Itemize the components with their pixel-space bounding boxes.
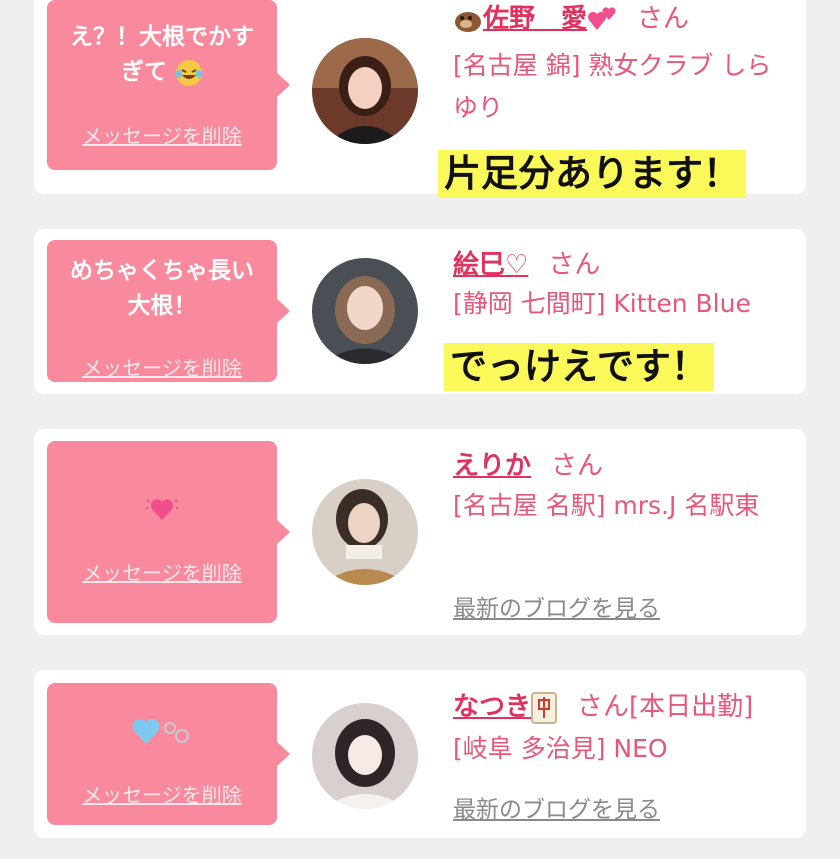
avatar[interactable] <box>312 479 418 585</box>
blue-heart-bubbles-emoji-icon <box>132 718 189 744</box>
status-badge: [本日出勤] <box>629 692 754 722</box>
otter-emoji-icon <box>455 11 481 32</box>
message-bubble: メッセージを削除 <box>47 683 290 825</box>
message-bubble: めちゃくちゃ長い大根！ メッセージを削除 <box>47 240 290 382</box>
message-text: めちゃくちゃ長い大根！ <box>70 258 254 319</box>
delete-message-link[interactable]: メッセージを削除 <box>47 779 277 808</box>
latest-blog-link[interactable]: 最新のブログを見る <box>453 589 660 623</box>
cast-name-line: えりか さん <box>453 445 603 482</box>
message-card: メッセージを削除 えりか さん [名古屋 名駅] mrs.J 名駅東 最新のブログ… <box>34 429 806 635</box>
honorific: さん <box>548 250 601 280</box>
avatar[interactable] <box>312 703 418 809</box>
honorific: さん <box>637 4 690 34</box>
message-card: メッセージを削除 なつき さん[本日出勤] [岐阜 多治見] NEO 最新のブロ… <box>34 670 806 838</box>
cast-name-line: 絵巳♡ さん <box>453 244 600 281</box>
caption-highlight: 片足分あります！ <box>438 150 746 198</box>
cast-name-link[interactable]: 絵巳♡ <box>453 250 528 280</box>
laughing-tears-emoji-icon <box>176 59 202 86</box>
message-card: え？！大根でかすぎて メッセージを削除 佐野 愛 さん [名古屋 錦] 熟女クラ… <box>34 0 806 198</box>
shop-info: [名古屋 名駅] mrs.J 名駅東 <box>453 491 760 520</box>
latest-blog-link[interactable]: 最新のブログを見る <box>453 790 660 824</box>
message-bubble: え？！大根でかすぎて メッセージを削除 <box>47 0 290 170</box>
cast-name-link[interactable]: えりか <box>453 451 531 481</box>
caption-highlight: でっけえです！ <box>444 343 714 391</box>
two-hearts-emoji-icon <box>588 6 616 30</box>
message-text <box>47 491 277 526</box>
cast-name-link[interactable]: なつき <box>453 692 531 722</box>
beating-heart-emoji-icon <box>146 498 178 520</box>
avatar[interactable] <box>312 258 418 364</box>
honorific: さん <box>551 451 604 481</box>
delete-message-link[interactable]: メッセージを削除 <box>47 352 277 381</box>
honorific: さん <box>577 692 630 722</box>
cast-name-link[interactable]: 佐野 愛 <box>483 4 587 34</box>
message-bubble: メッセージを削除 <box>47 441 290 623</box>
shop-info: [名古屋 錦] 熟女クラブ しらゆり <box>453 51 772 122</box>
cast-name-line: 佐野 愛 さん <box>453 0 689 35</box>
shop-info: [静岡 七間町] Kitten Blue <box>453 289 751 318</box>
message-card: めちゃくちゃ長い大根！ メッセージを削除 絵巳♡ さん [静岡 七間町] Kitt… <box>34 229 806 394</box>
delete-message-link[interactable]: メッセージを削除 <box>47 120 277 149</box>
avatar[interactable] <box>312 38 418 144</box>
cast-name-line: なつき さん[本日出勤] <box>453 686 753 724</box>
delete-message-link[interactable]: メッセージを削除 <box>47 557 277 586</box>
message-text <box>47 713 277 748</box>
shop-info: [岐阜 多治見] NEO <box>453 734 668 763</box>
message-text: え？！大根でかすぎて <box>70 24 254 86</box>
mahjong-tile-emoji-icon <box>531 691 558 724</box>
